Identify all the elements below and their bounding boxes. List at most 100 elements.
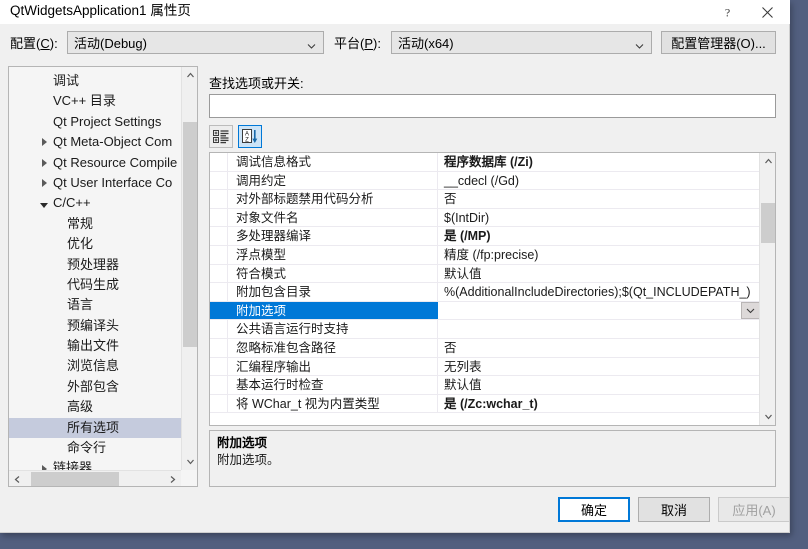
property-value[interactable] [438, 301, 760, 320]
tree-item[interactable]: C/C++ [9, 193, 182, 213]
apply-button[interactable]: 应用(A) [718, 497, 790, 522]
scroll-up-icon[interactable] [760, 153, 775, 170]
property-row[interactable]: 多处理器编译是 (/MP) [210, 227, 760, 246]
property-name: 浮点模型 [228, 245, 438, 264]
settings-tree-panel[interactable]: 调试 VC++ 目录 Qt Project Settings Qt Meta-Obje… [8, 66, 198, 487]
property-row[interactable]: 附加选项 [210, 301, 760, 321]
property-row[interactable]: 对象文件名 $(IntDir) [210, 208, 760, 228]
expander-expand-icon[interactable] [35, 173, 53, 193]
tree-vertical-scrollbar[interactable] [181, 67, 197, 470]
categorized-view-icon[interactable] [209, 125, 233, 148]
tree-item[interactable]: 优化 [9, 234, 182, 254]
property-name: 忽略标准包含路径 [228, 338, 438, 357]
settings-tree[interactable]: 调试 VC++ 目录 Qt Project Settings Qt Meta-Obje… [9, 71, 182, 479]
tree-item-label: Qt User Interface Co [53, 174, 173, 190]
property-value[interactable]: 程序数据库 (/Zi) [438, 153, 760, 171]
search-input[interactable] [209, 94, 776, 118]
property-row[interactable]: 公共语言运行时支持 [210, 320, 760, 339]
property-row-gutter [210, 208, 228, 227]
property-row[interactable]: 汇编程序输出 无列表 [210, 357, 760, 377]
platform-combobox[interactable]: 活动(x64) [391, 31, 652, 54]
tree-item[interactable]: Qt User Interface Co [9, 173, 182, 193]
property-value[interactable]: 默认值 [438, 376, 760, 394]
property-name: 调试信息格式 [228, 153, 438, 171]
property-value[interactable]: $(IntDir) [438, 209, 760, 227]
tree-item[interactable]: Qt Resource Compile [9, 153, 182, 173]
property-value[interactable]: %(AdditionalIncludeDirectories);$(Qt_INC… [438, 283, 760, 301]
property-value[interactable]: 否 [438, 190, 760, 208]
property-name: 公共语言运行时支持 [228, 320, 438, 338]
tree-item-label: Qt Meta-Object Com [53, 134, 173, 150]
tree-horizontal-scrollbar[interactable] [9, 470, 181, 486]
property-name: 符合模式 [228, 264, 438, 283]
property-row-gutter [210, 190, 228, 208]
property-value[interactable] [438, 320, 760, 338]
property-row[interactable]: 浮点模型 精度 (/fp:precise) [210, 245, 760, 265]
property-value[interactable]: 无列表 [438, 358, 760, 376]
property-value-dropdown-icon[interactable] [741, 301, 760, 320]
property-value[interactable]: 是 (/MP) [438, 227, 760, 245]
tree-item-label: 预处理器 [67, 256, 120, 272]
configuration-combobox[interactable]: 活动(Debug) [67, 31, 324, 54]
tree-item[interactable]: 浏览信息 [9, 356, 182, 376]
scroll-down-icon[interactable] [760, 408, 775, 425]
scroll-left-icon[interactable] [9, 471, 26, 486]
tree-item[interactable]: 常规 [9, 214, 182, 234]
expander-collapse-icon[interactable] [35, 193, 53, 213]
property-value[interactable]: 否 [438, 339, 760, 357]
tree-item[interactable]: 外部包含 [9, 377, 182, 397]
scroll-up-icon[interactable] [182, 67, 197, 84]
property-row[interactable]: 将 WChar_t 视为内置类型是 (/Zc:wchar_t) [210, 394, 760, 414]
grid-scrollbar-thumb[interactable] [761, 203, 775, 243]
ok-button[interactable]: 确定 [558, 497, 630, 522]
tree-item[interactable]: 代码生成 [9, 275, 182, 295]
tree-item-label: 所有选项 [67, 419, 120, 435]
tree-item[interactable]: VC++ 目录 [9, 91, 182, 111]
tree-item[interactable]: 高级 [9, 397, 182, 417]
tree-item[interactable]: 所有选项 [9, 417, 182, 439]
property-name: 基本运行时检查 [228, 376, 438, 394]
property-value[interactable]: 精度 (/fp:precise) [438, 246, 760, 264]
expander-expand-icon[interactable] [35, 153, 53, 173]
property-row-gutter [210, 171, 228, 190]
property-row[interactable]: 调试信息格式 程序数据库 (/Zi) [210, 153, 760, 172]
tree-item[interactable]: 命令行 [9, 438, 182, 458]
cancel-button[interactable]: 取消 [638, 497, 710, 522]
tree-item-label: 优化 [67, 236, 94, 252]
tree-item-label: 调试 [53, 73, 80, 88]
scroll-right-icon[interactable] [164, 471, 181, 486]
expander-expand-icon[interactable] [35, 132, 53, 152]
property-value[interactable]: 是 (/Zc:wchar_t) [438, 395, 760, 413]
window-title: QtWidgetsApplication1 属性页 [10, 3, 191, 18]
tree-item[interactable]: 语言 [9, 295, 182, 315]
property-grid[interactable]: 调试信息格式 程序数据库 (/Zi) 调用约定 __cdecl (/Gd) 对外部标题禁… [209, 152, 776, 426]
tree-item[interactable]: 预处理器 [9, 255, 182, 275]
property-grid-rows[interactable]: 调试信息格式 程序数据库 (/Zi) 调用约定 __cdecl (/Gd) 对外部标题禁… [210, 153, 760, 414]
tree-item[interactable]: 调试 [9, 71, 182, 91]
property-row[interactable]: 忽略标准包含路径否 [210, 338, 760, 358]
tree-item-label: 代码生成 [67, 276, 120, 292]
sort-alphabetical-icon[interactable]: A Z [238, 125, 262, 148]
property-row-gutter [210, 357, 228, 376]
help-icon[interactable]: ? [710, 0, 744, 24]
tree-item-label: 常规 [67, 215, 94, 231]
grid-vertical-scrollbar[interactable] [759, 153, 775, 425]
tree-scrollbar-thumb[interactable] [183, 122, 197, 347]
property-value[interactable]: 默认值 [438, 265, 760, 283]
property-row[interactable]: 对外部标题禁用代码分析否 [210, 190, 760, 209]
tree-hscrollbar-thumb[interactable] [31, 472, 119, 486]
tree-item[interactable]: 输出文件 [9, 336, 182, 356]
close-icon[interactable] [750, 0, 784, 24]
scroll-down-icon[interactable] [182, 453, 197, 470]
property-row[interactable]: 基本运行时检查 默认值 [210, 376, 760, 395]
tree-item[interactable]: 预编译头 [9, 316, 182, 336]
property-row[interactable]: 调用约定 __cdecl (/Gd) [210, 171, 760, 191]
tree-item[interactable]: Qt Project Settings [9, 112, 182, 132]
property-row[interactable]: 符合模式 默认值 [210, 264, 760, 284]
property-row[interactable]: 附加包含目录 %(AdditionalIncludeDirectories);$(… [210, 283, 760, 302]
configuration-manager-button[interactable]: 配置管理器(O)... [661, 31, 776, 54]
configuration-manager-label: 配置管理器(O)... [671, 36, 766, 51]
svg-text:?: ? [724, 6, 729, 19]
tree-item[interactable]: Qt Meta-Object Com [9, 132, 182, 152]
property-value[interactable]: __cdecl (/Gd) [438, 172, 760, 190]
